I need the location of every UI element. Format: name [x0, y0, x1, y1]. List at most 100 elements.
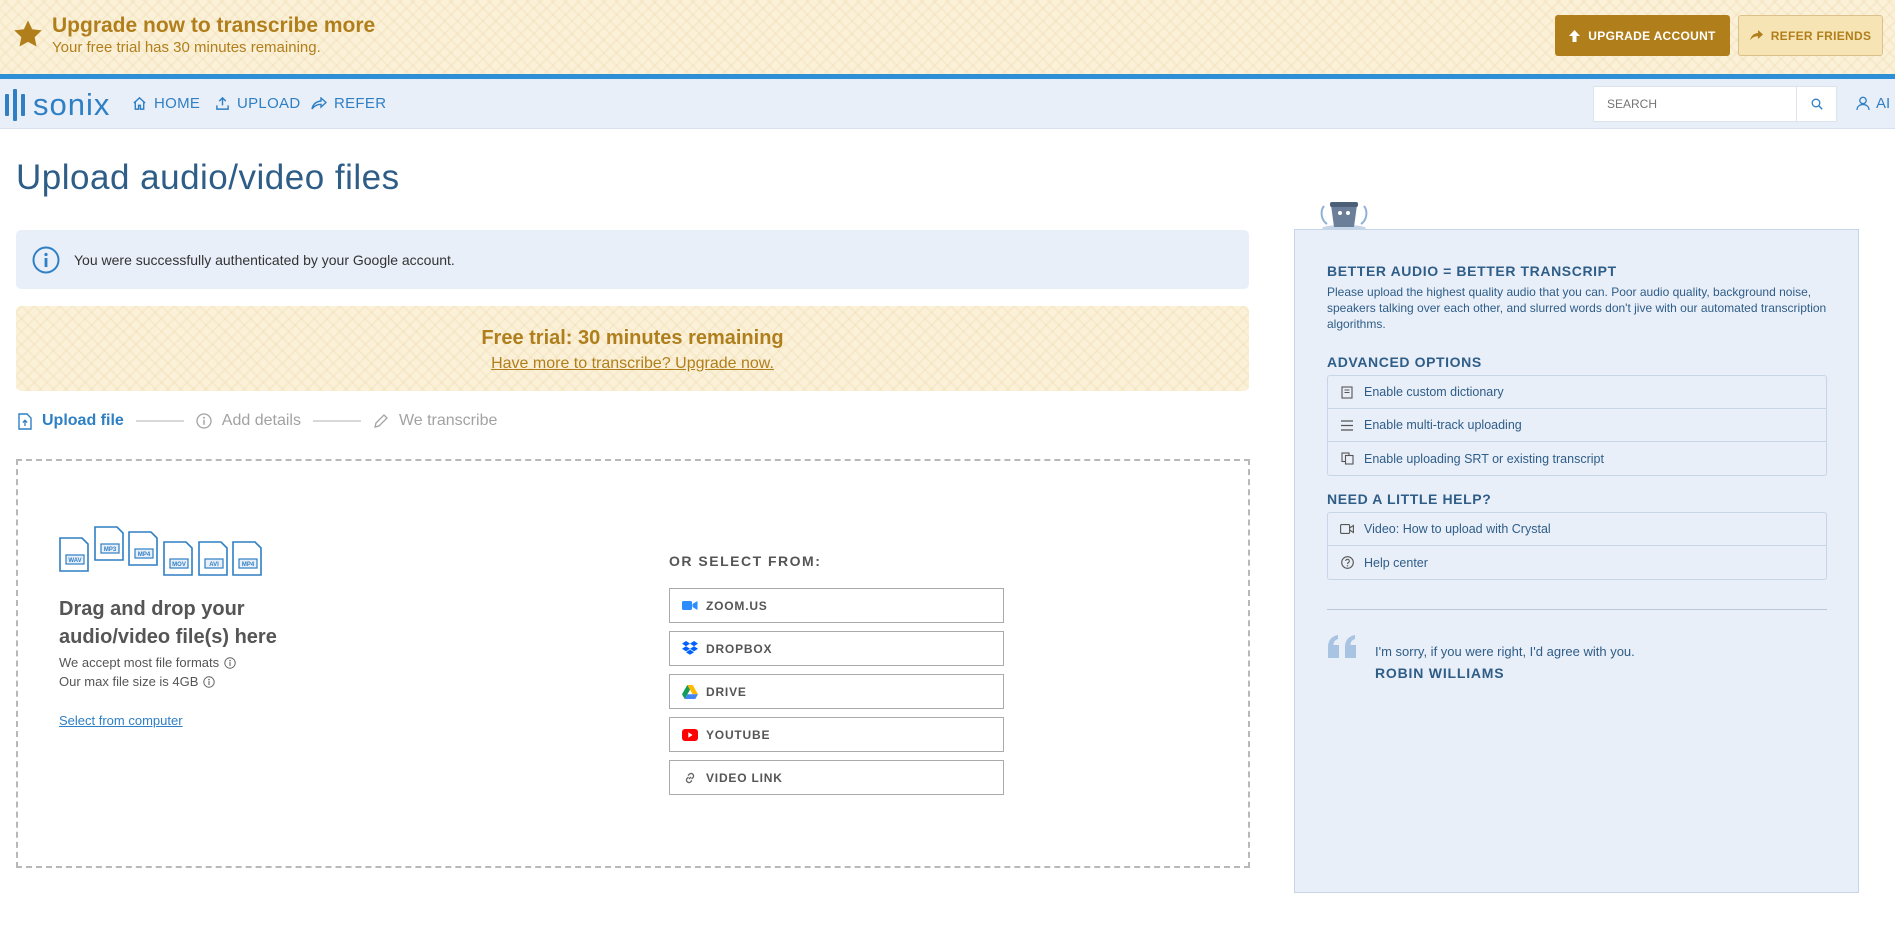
- file-drop-zone[interactable]: WAV MP3 MP4 MOV AVI MP4 Drag and drop yo…: [16, 459, 1250, 868]
- logo-bars-icon: [5, 89, 25, 121]
- auth-info-alert: You were successfully authenticated by y…: [16, 230, 1249, 289]
- need-help-heading: NEED A LITTLE HELP?: [1327, 491, 1492, 507]
- upgrade-now-link[interactable]: Have more to transcribe? Upgrade now.: [16, 355, 1249, 373]
- panel-divider: [1327, 609, 1827, 610]
- max-size-text: Our max file size is 4GB: [59, 674, 216, 689]
- source-dropbox-button[interactable]: DROPBOX: [669, 631, 1004, 666]
- drag-drop-title: Drag and drop your audio/video file(s) h…: [59, 598, 277, 648]
- top-nav: sonix HOME UPLOAD REFER AI: [0, 79, 1895, 129]
- info-icon: [196, 413, 212, 429]
- banner-title: Upgrade now to transcribe more: [52, 14, 376, 37]
- user-label: AI: [1876, 95, 1891, 112]
- accept-formats-text: We accept most file formats: [59, 655, 236, 670]
- step-add-details: Add details: [196, 412, 301, 430]
- enable-multi-track-option[interactable]: Enable multi-track uploading: [1328, 409, 1826, 442]
- help-center-link[interactable]: Help center: [1328, 546, 1826, 579]
- quote-author: ROBIN WILLIAMS: [1375, 665, 1505, 681]
- source-dropbox-label: DROPBOX: [706, 641, 773, 656]
- video-how-to-upload-label: Video: How to upload with Crystal: [1364, 522, 1551, 536]
- step-upload-file: Upload file: [18, 412, 124, 430]
- info-icon[interactable]: [203, 675, 216, 688]
- nav-upload-label: UPLOAD: [237, 95, 301, 112]
- source-youtube-label: YOUTUBE: [706, 727, 771, 742]
- select-from-computer-link[interactable]: Select from computer: [59, 713, 183, 728]
- enable-custom-dictionary-option[interactable]: Enable custom dictionary: [1328, 376, 1826, 409]
- home-icon: [133, 96, 146, 110]
- file-type-label: AVI: [209, 562, 219, 568]
- enable-srt-upload-label: Enable uploading SRT or existing transcr…: [1364, 451, 1604, 466]
- pencil-icon: [374, 414, 388, 428]
- better-audio-heading: BETTER AUDIO = BETTER TRANSCRIPT: [1327, 263, 1617, 279]
- dropbox-icon: [682, 641, 698, 655]
- book-icon: [1341, 385, 1353, 399]
- upgrade-account-label: UPGRADE ACCOUNT: [1588, 28, 1716, 43]
- help-options-list: Video: How to upload with Crystal Help c…: [1327, 512, 1827, 580]
- upgrade-account-button[interactable]: UPGRADE ACCOUNT: [1555, 15, 1730, 56]
- file-type-label: MOV: [172, 562, 186, 568]
- upload-icon: [216, 96, 229, 110]
- source-zoom-button[interactable]: ZOOM.US: [669, 588, 1004, 623]
- max-size-label: Our max file size is 4GB: [59, 674, 199, 689]
- source-drive-label: DRIVE: [706, 684, 747, 699]
- zoom-icon: [682, 601, 698, 610]
- source-video-link-button[interactable]: VIDEO LINK: [669, 760, 1004, 795]
- file-upload-icon: [18, 412, 32, 430]
- quote-text: I'm sorry, if you were right, I'd agree …: [1375, 644, 1635, 659]
- better-audio-text: Please upload the highest quality audio …: [1327, 285, 1827, 331]
- upload-steps: Upload file Add details We transcribe: [18, 412, 497, 430]
- info-icon[interactable]: [224, 656, 236, 669]
- file-type-label: MP4: [242, 562, 255, 568]
- or-select-heading: OR SELECT FROM:: [669, 553, 822, 569]
- video-how-to-upload-link[interactable]: Video: How to upload with Crystal: [1328, 513, 1826, 546]
- step-we-transcribe: We transcribe: [373, 412, 497, 430]
- accept-formats-label: We accept most file formats: [59, 655, 220, 670]
- advanced-options-heading: ADVANCED OPTIONS: [1327, 354, 1482, 370]
- page-title: Upload audio/video files: [16, 158, 400, 197]
- file-type-label: MP4: [138, 552, 151, 558]
- search-box: [1593, 86, 1837, 122]
- refer-friends-label: REFER FRIENDS: [1770, 28, 1872, 43]
- banner-subtitle: Your free trial has 30 minutes remaining…: [52, 39, 321, 56]
- search-input[interactable]: [1594, 87, 1796, 121]
- source-youtube-button[interactable]: YOUTUBE: [669, 717, 1004, 752]
- free-trial-notice: Free trial: 30 minutes remaining Have mo…: [16, 306, 1249, 391]
- trial-notice-title: Free trial: 30 minutes remaining: [481, 327, 784, 349]
- auth-info-text: You were successfully authenticated by y…: [74, 251, 455, 268]
- nav-home-label: HOME: [154, 95, 201, 112]
- crystal-mascot-icon: [1320, 202, 1368, 231]
- enable-multi-track-label: Enable multi-track uploading: [1364, 418, 1522, 432]
- nav-refer[interactable]: REFER: [311, 95, 386, 112]
- refer-friends-button[interactable]: REFER FRIENDS: [1738, 15, 1883, 56]
- nav-refer-label: REFER: [334, 95, 387, 112]
- star-icon: [14, 20, 42, 47]
- nav-home[interactable]: HOME: [132, 95, 200, 112]
- search-icon: [1811, 98, 1823, 110]
- share-icon: [1749, 30, 1763, 41]
- quote-icon: [1328, 635, 1356, 658]
- trial-banner: Upgrade now to transcribe more Your free…: [0, 0, 1895, 74]
- user-menu[interactable]: AI: [1856, 95, 1890, 112]
- enable-srt-upload-option[interactable]: Enable uploading SRT or existing transcr…: [1328, 442, 1826, 475]
- source-zoom-label: ZOOM.US: [706, 598, 768, 613]
- source-drive-button[interactable]: DRIVE: [669, 674, 1004, 709]
- advanced-options-list: Enable custom dictionary Enable multi-tr…: [1327, 375, 1827, 476]
- sonix-logo[interactable]: sonix: [5, 89, 110, 121]
- help-center-label: Help center: [1364, 555, 1428, 570]
- step-we-transcribe-label: We transcribe: [398, 412, 498, 429]
- google-drive-icon: [682, 684, 698, 699]
- logo-text: sonix: [33, 87, 111, 122]
- info-icon: [32, 246, 60, 273]
- user-icon: [1856, 96, 1870, 111]
- question-icon: [1340, 556, 1354, 569]
- tips-panel: BETTER AUDIO = BETTER TRANSCRIPT Please …: [1294, 229, 1859, 893]
- video-icon: [1340, 524, 1354, 534]
- search-button[interactable]: [1796, 87, 1836, 121]
- step-connector: [135, 420, 184, 422]
- link-icon: [685, 772, 695, 783]
- enable-custom-dictionary-label: Enable custom dictionary: [1364, 385, 1504, 399]
- step-upload-file-label: Upload file: [42, 412, 124, 429]
- nav-upload[interactable]: UPLOAD: [215, 95, 301, 112]
- step-add-details-label: Add details: [221, 412, 301, 429]
- source-video-link-label: VIDEO LINK: [706, 770, 783, 785]
- file-type-label: MP3: [104, 547, 117, 553]
